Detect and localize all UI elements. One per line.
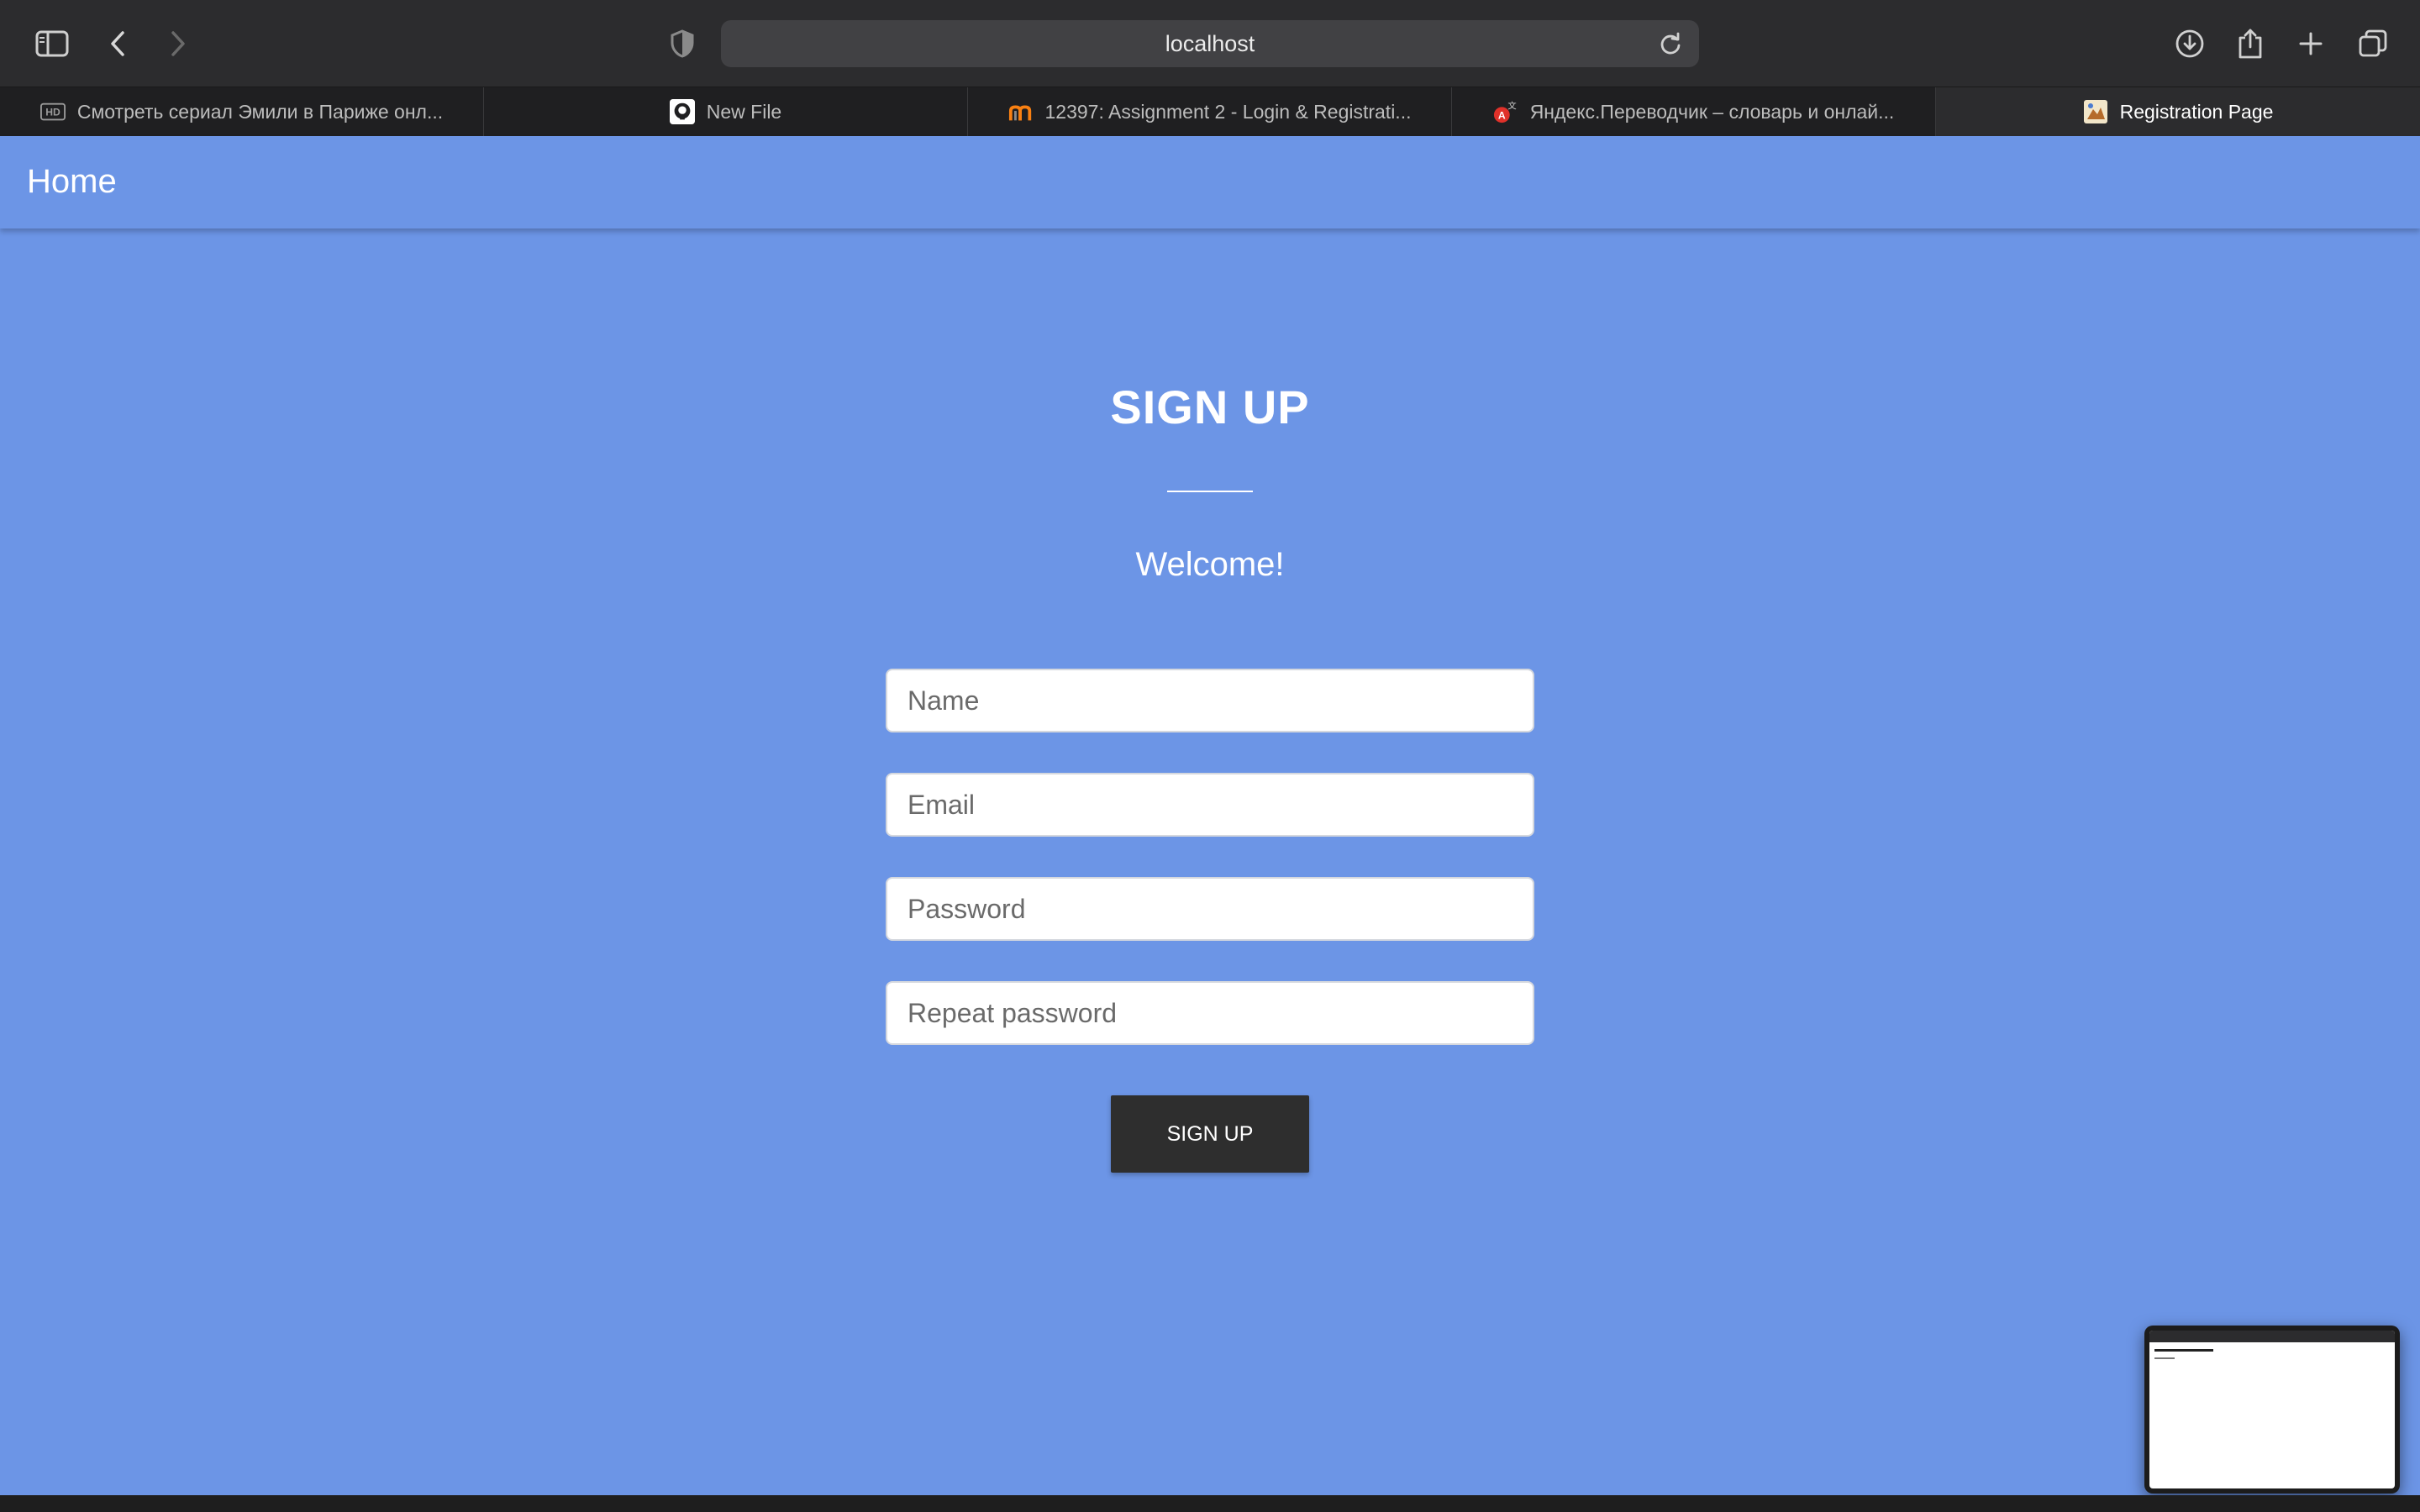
tab-label: 12397: Assignment 2 - Login & Registrati… (1044, 100, 1412, 123)
tab-assignment[interactable]: 12397: Assignment 2 - Login & Registrati… (968, 87, 1452, 136)
svg-text:HD: HD (45, 107, 60, 118)
sidebar-toggle-icon[interactable] (30, 22, 74, 66)
privacy-shield-icon[interactable] (660, 22, 704, 66)
page-icon (2083, 99, 2108, 124)
tab-overview-icon[interactable] (2351, 22, 2395, 66)
share-icon[interactable] (2228, 22, 2272, 66)
email-field[interactable] (886, 773, 1534, 837)
forward-icon[interactable] (156, 22, 200, 66)
reload-icon[interactable] (1659, 32, 1682, 55)
signup-section: SIGN UP Welcome! SIGN UP (0, 228, 2420, 1495)
moodle-icon (1008, 99, 1034, 124)
browser-toolbar: localhost (0, 0, 2420, 87)
github-icon (669, 99, 695, 124)
tab-new-file[interactable]: New File (484, 87, 968, 136)
page-title: SIGN UP (1110, 381, 1310, 433)
signup-button[interactable]: SIGN UP (1111, 1095, 1309, 1173)
tab-bar: HD Смотреть сериал Эмили в Париже онл...… (0, 87, 2420, 136)
svg-text:文: 文 (1507, 100, 1516, 111)
window-bottom-edge (0, 1495, 2420, 1512)
svg-text:A: A (1498, 109, 1506, 121)
site-navbar: Home (0, 136, 2420, 228)
repeat-password-field[interactable] (886, 981, 1534, 1045)
back-icon[interactable] (96, 22, 139, 66)
thumbnail-toolbar (2149, 1331, 2395, 1342)
new-tab-icon[interactable] (2289, 22, 2333, 66)
name-field[interactable] (886, 669, 1534, 732)
password-field[interactable] (886, 877, 1534, 941)
tab-yandex-translate[interactable]: A文 Яндекс.Переводчик – словарь и онлай..… (1452, 87, 1936, 136)
url-text: localhost (1165, 30, 1255, 56)
tab-registration-page[interactable]: Registration Page (1936, 87, 2420, 136)
downloads-icon[interactable] (2168, 22, 2212, 66)
screenshot-thumbnail[interactable] (2144, 1326, 2400, 1494)
tab-label: Registration Page (2119, 100, 2274, 123)
thumbnail-preview (2149, 1331, 2395, 1488)
tab-label: Смотреть сериал Эмили в Париже онл... (76, 100, 444, 123)
translate-icon: A文 (1493, 99, 1518, 124)
thumbnail-text-line (2154, 1349, 2213, 1352)
title-divider (1167, 491, 1253, 492)
tab-label: Яндекс.Переводчик – словарь и онлай... (1529, 100, 1895, 123)
tab-label: New File (706, 100, 782, 123)
welcome-text: Welcome! (1135, 546, 1285, 583)
home-link[interactable]: Home (27, 163, 117, 201)
hd-icon: HD (39, 99, 66, 124)
tab-emily-in-paris[interactable]: HD Смотреть сериал Эмили в Париже онл... (0, 87, 484, 136)
thumbnail-text-line (2154, 1357, 2175, 1359)
address-bar[interactable]: localhost (721, 20, 1699, 67)
